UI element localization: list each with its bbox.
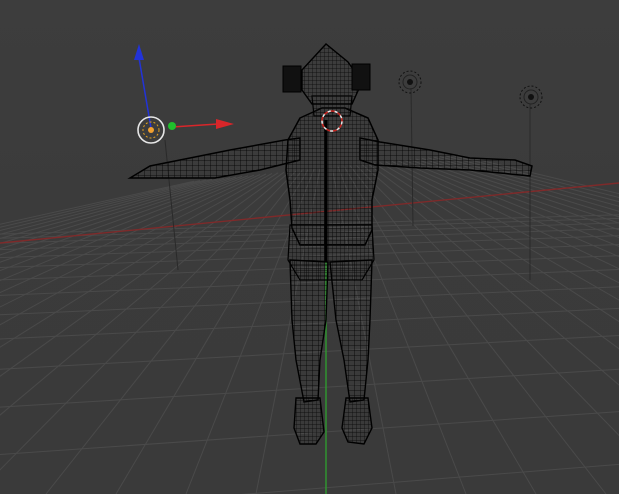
gizmo-helper-line bbox=[164, 139, 179, 271]
transform-gizmo[interactable] bbox=[134, 44, 234, 144]
grid-line bbox=[373, 162, 619, 323]
lamp-icon[interactable] bbox=[398, 70, 422, 94]
grid-line bbox=[421, 157, 619, 224]
grid-line bbox=[0, 172, 279, 348]
grid-line bbox=[457, 154, 619, 195]
grid-line bbox=[349, 165, 607, 494]
origin-icon bbox=[148, 127, 154, 133]
x-axis-arrow-head[interactable] bbox=[216, 119, 234, 129]
y-axis-handle[interactable] bbox=[168, 122, 176, 130]
grid-line bbox=[240, 463, 619, 494]
grid-line bbox=[367, 163, 619, 350]
z-axis-arrow-head[interactable] bbox=[134, 44, 144, 60]
lamp-icon[interactable] bbox=[519, 85, 543, 109]
x-axis-arrow[interactable] bbox=[171, 123, 219, 128]
viewport-canvas[interactable] bbox=[0, 0, 619, 494]
grid-line bbox=[0, 174, 261, 294]
3d-viewport[interactable] bbox=[0, 0, 619, 494]
grid-line bbox=[0, 173, 267, 308]
grid-line bbox=[433, 156, 619, 212]
grid-line bbox=[361, 164, 619, 386]
grid-line bbox=[409, 159, 619, 239]
